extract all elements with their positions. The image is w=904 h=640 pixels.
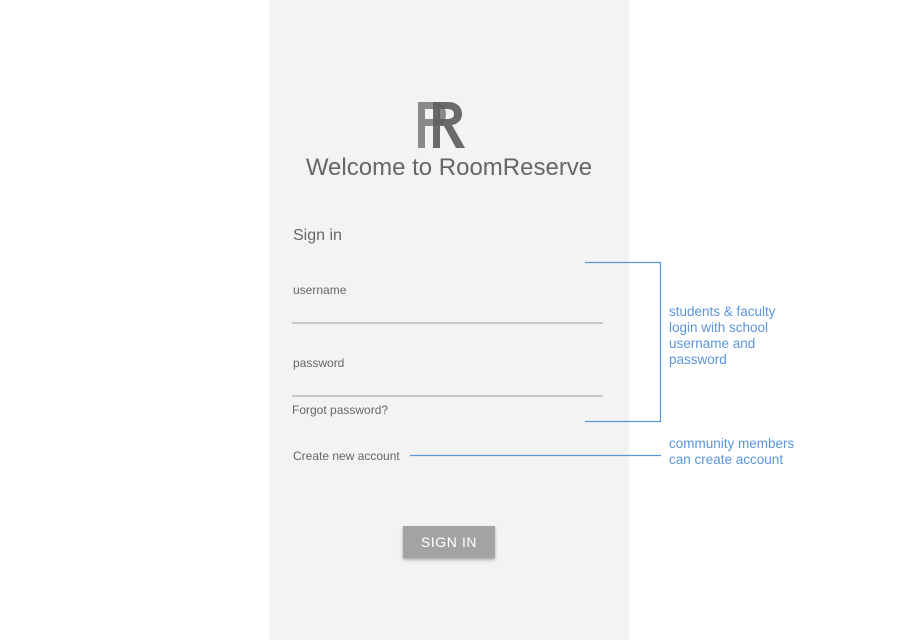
username-field[interactable] bbox=[292, 296, 603, 324]
login-annotation-line: username and bbox=[669, 336, 756, 351]
login-annotation-line: password bbox=[669, 352, 727, 367]
login-annotation-line: students & faculty bbox=[669, 304, 776, 319]
create-annotation-line: community members bbox=[669, 436, 795, 451]
stage: Welcome to RoomReserve Sign in username … bbox=[0, 0, 904, 640]
roomreserve-logo-icon bbox=[418, 102, 465, 148]
create-account-annotation: community members can create account bbox=[669, 436, 794, 468]
create-account-link[interactable]: Create new account bbox=[293, 449, 400, 463]
login-annotation: students & faculty login with school use… bbox=[669, 304, 776, 368]
username-label: username bbox=[293, 283, 347, 297]
login-annotation-line: login with school bbox=[669, 320, 769, 335]
signin-heading: Sign in bbox=[293, 227, 342, 244]
create-annotation-line: can create account bbox=[669, 452, 784, 467]
forgot-password-link[interactable]: Forgot password? bbox=[292, 403, 388, 417]
password-label: password bbox=[293, 356, 345, 370]
welcome-title: Welcome to RoomReserve bbox=[305, 154, 593, 181]
password-field[interactable] bbox=[292, 369, 603, 397]
sign-in-button[interactable]: SIGN IN bbox=[403, 526, 495, 558]
